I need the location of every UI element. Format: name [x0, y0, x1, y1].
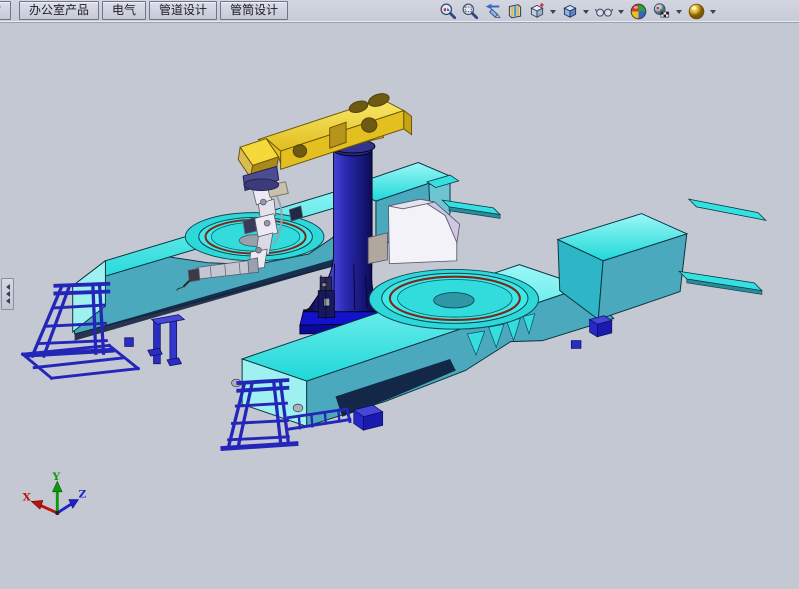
tab-label: 管道设计 [159, 3, 207, 17]
tab-evaluate[interactable]: 评估 [0, 1, 11, 20]
front-beam-tab-rear[interactable] [689, 199, 766, 220]
zoom-to-fit-button[interactable] [438, 1, 458, 21]
hide-show-items-button[interactable] [593, 1, 615, 21]
triad-y-label: Y [51, 471, 60, 483]
tab-label: 办公室产品 [29, 3, 89, 17]
hide-show-items-icon [594, 2, 614, 20]
collapse-arrow-icon [6, 284, 10, 290]
front-beam-lug [293, 404, 303, 412]
collapse-arrow-icon [6, 298, 10, 304]
dropdown-arrow-icon[interactable] [676, 10, 682, 14]
zoom-to-area-icon [461, 2, 479, 20]
apply-scene-icon [652, 2, 672, 21]
dropdown-arrow-icon[interactable] [710, 10, 716, 14]
orientation-triad: Y X Z [23, 471, 87, 515]
tab-office-products[interactable]: 办公室产品 [19, 1, 99, 20]
zoom-to-area-button[interactable] [460, 1, 480, 21]
dropdown-arrow-icon[interactable] [550, 10, 556, 14]
checkered-flag [661, 11, 669, 16]
edit-appearance-button[interactable] [628, 1, 649, 21]
graphics-viewport[interactable]: Y X Z [0, 23, 799, 589]
display-style-button[interactable] [560, 1, 580, 21]
previous-view-button[interactable] [482, 1, 503, 21]
tab-tubing-design[interactable]: 管筒设计 [220, 1, 288, 20]
previous-view-icon [483, 2, 502, 20]
tab-piping-design[interactable]: 管道设计 [149, 1, 217, 20]
tab-electrical[interactable]: 电气 [102, 1, 146, 20]
view-orientation-button[interactable] [527, 1, 547, 21]
view-toolbar [437, 1, 719, 21]
view-settings-button[interactable] [686, 1, 707, 21]
collapse-arrow-icon [6, 291, 10, 297]
dropdown-arrow-icon[interactable] [618, 10, 624, 14]
triad-z-label: Z [78, 489, 86, 501]
edit-appearance-icon [629, 2, 648, 21]
panel-collapse-tab[interactable] [1, 278, 14, 310]
front-ring-center-hole [434, 293, 474, 308]
section-view-icon [506, 2, 524, 20]
front-rotation-ring[interactable] [382, 273, 528, 323]
view-orientation-icon [528, 2, 546, 20]
torch-tip [188, 268, 200, 281]
tab-label: 管筒设计 [230, 3, 278, 17]
section-view-button[interactable] [505, 1, 525, 21]
tab-label: 电气 [112, 3, 136, 17]
triad-x-label: X [23, 491, 32, 503]
view-settings-icon [687, 2, 706, 21]
cad-model-scene[interactable]: Y X Z [0, 23, 799, 589]
dropdown-arrow-icon[interactable] [583, 10, 589, 14]
zoom-to-fit-icon [439, 2, 457, 20]
command-tabs: 评估 办公室产品 电气 管道设计 管筒设计 [0, 0, 291, 22]
tab-label: 评估 [0, 3, 1, 17]
apply-scene-button[interactable] [651, 1, 673, 21]
command-toolbar: 评估 办公室产品 电气 管道设计 管筒设计 [0, 0, 799, 23]
display-style-icon [561, 2, 579, 20]
